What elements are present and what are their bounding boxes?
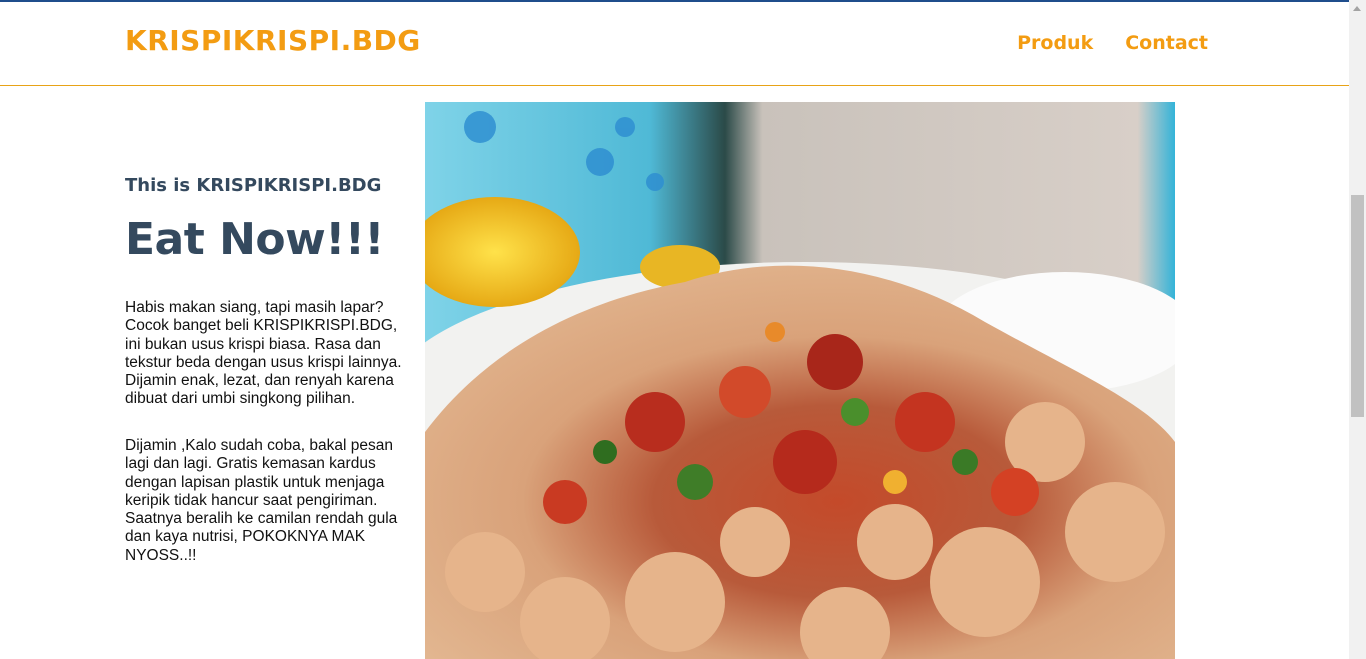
brand-logo[interactable]: KRISPIKRISPI.BDG bbox=[125, 24, 421, 57]
hero-image bbox=[425, 102, 1175, 659]
main-nav: Produk Contact bbox=[1017, 32, 1208, 54]
page-scrollbar[interactable] bbox=[1349, 0, 1366, 659]
food-photo-icon bbox=[425, 102, 1175, 659]
site-header: KRISPIKRISPI.BDG Produk Contact bbox=[0, 2, 1349, 86]
hero-paragraph-2: Dijamin ,Kalo sudah coba, bakal pesan la… bbox=[125, 437, 398, 564]
scrollbar-thumb[interactable] bbox=[1351, 195, 1364, 417]
scroll-up-icon[interactable] bbox=[1353, 6, 1361, 11]
hero-text: This is KRISPIKRISPI.BDG Eat Now!!! Habi… bbox=[125, 175, 417, 564]
nav-link-produk[interactable]: Produk bbox=[1017, 32, 1093, 54]
hero-paragraph-1: Habis makan siang, tapi masih lapar? Coc… bbox=[125, 299, 402, 408]
hero-subtitle: This is KRISPIKRISPI.BDG bbox=[125, 175, 382, 196]
hero-title: Eat Now!!! bbox=[125, 214, 385, 265]
nav-link-contact[interactable]: Contact bbox=[1125, 32, 1208, 54]
